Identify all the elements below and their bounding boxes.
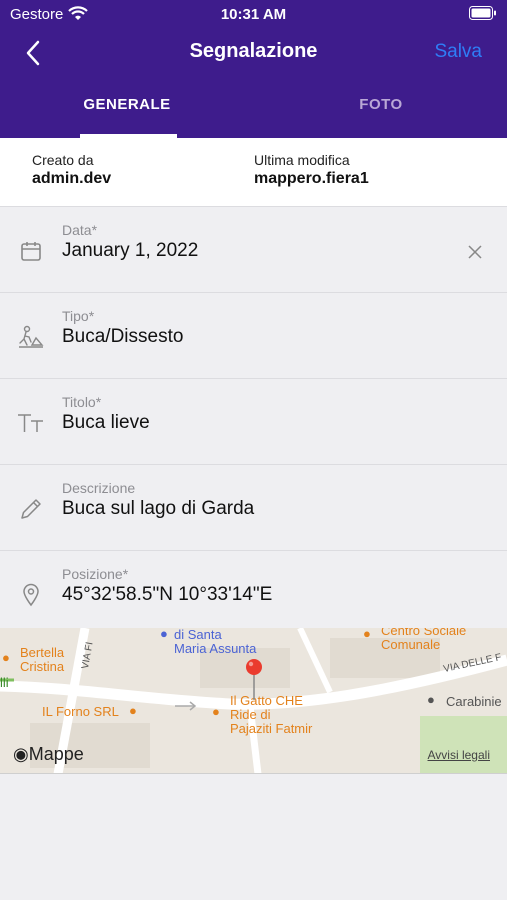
tab-generale[interactable]: GENERALE [37, 96, 217, 113]
last-modified: Ultima modifica mappero.fiera1 [254, 152, 369, 188]
tab-foto[interactable]: FOTO [291, 96, 471, 113]
description-field[interactable]: Descrizione Buca sul lago di Garda [0, 465, 507, 551]
title-label: Titolo* [62, 394, 102, 410]
clock: 10:31 AM [220, 6, 287, 23]
apple-logo-icon: ◉ [13, 744, 29, 764]
road-work-icon [17, 323, 45, 351]
calendar-icon [17, 237, 45, 265]
legal-notices-link[interactable]: Avvisi legali [428, 748, 490, 762]
text-size-icon [17, 409, 45, 437]
last-modified-value: mappero.fiera1 [254, 170, 369, 187]
position-value[interactable]: 45°32'58.5"N 10°33'14"E [62, 584, 272, 606]
battery-icon [469, 6, 497, 25]
map-poi-orange-icon: ● [212, 704, 220, 719]
date-label: Data* [62, 222, 98, 238]
nav-bar: Segnalazione Salva [0, 30, 507, 78]
map-poi-orange-icon: ● [363, 628, 371, 641]
map-label-bertella: Bertella Cristina [20, 645, 65, 674]
maps-brand: ◉Mappe [13, 744, 84, 765]
last-modified-label: Ultima modifica [254, 152, 350, 168]
description-value[interactable]: Buca sul lago di Garda [62, 498, 254, 520]
map-label-santa-maria: di Santa Maria Assunta [174, 628, 257, 656]
map-label-centro-sociale: Centro Sociale Comunale [381, 628, 467, 652]
map-label-carabinieri: Carabinie [446, 694, 502, 709]
location-pin-icon [17, 581, 45, 609]
date-field[interactable]: Data* January 1, 2022 [0, 207, 507, 293]
description-label: Descrizione [62, 480, 136, 496]
close-icon [468, 245, 482, 259]
pencil-icon [17, 495, 45, 523]
type-value[interactable]: Buca/Dissesto [62, 326, 183, 348]
app-header: Gestore 10:31 AM Segnalazione Salva GENE… [0, 0, 507, 138]
map-label-il-gatto: Il Gatto CHE Ride di Pajaziti Fatmir [230, 693, 313, 736]
record-meta: Creato da admin.dev Ultima modifica mapp… [0, 138, 507, 207]
map-pin-icon[interactable] [244, 658, 264, 700]
page-title: Segnalazione [189, 40, 318, 62]
clear-date-button[interactable] [463, 240, 487, 264]
map-view[interactable]: ● di Santa Maria Assunta ● Centro Social… [0, 628, 507, 774]
map-poi-gray-icon: ● [427, 692, 435, 707]
status-bar: Gestore 10:31 AM [0, 0, 507, 30]
title-value[interactable]: Buca lieve [62, 412, 150, 434]
map-poi-blue-icon: ● [160, 628, 168, 641]
map-label-lli: lli [0, 675, 9, 690]
created-by-value: admin.dev [32, 170, 112, 187]
position-field[interactable]: Posizione* 45°32'58.5"N 10°33'14"E [0, 551, 507, 628]
date-value[interactable]: January 1, 2022 [62, 240, 198, 262]
created-by: Creato da admin.dev [32, 152, 111, 188]
save-button[interactable]: Salva [434, 41, 482, 63]
maps-brand-label: Mappe [28, 744, 84, 764]
created-by-label: Creato da [32, 152, 94, 168]
position-label: Posizione* [62, 566, 129, 582]
title-field[interactable]: Titolo* Buca lieve [0, 379, 507, 465]
type-field[interactable]: Tipo* Buca/Dissesto [0, 293, 507, 379]
map-poi-orange-icon: ● [2, 650, 10, 665]
map-poi-orange-icon: ● [129, 703, 137, 718]
type-label: Tipo* [62, 308, 95, 324]
map-label-il-forno: IL Forno SRL [42, 704, 119, 719]
